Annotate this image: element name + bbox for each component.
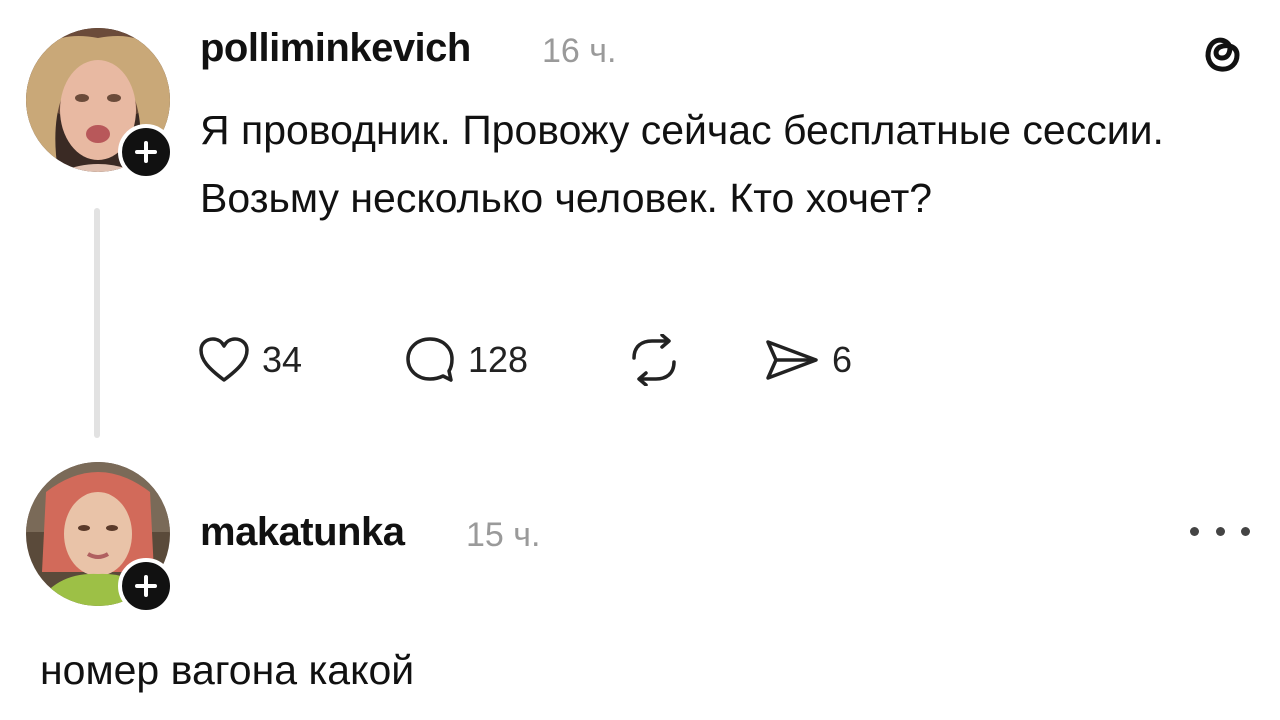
reply-author-username[interactable]: makatunka [200, 512, 405, 552]
like-count: 34 [262, 339, 303, 380]
more-dot [1241, 526, 1250, 536]
thread-connector-line [94, 208, 100, 438]
heart-icon [199, 337, 249, 382]
more-dot [1215, 526, 1225, 536]
post-timestamp: 16 ч. [542, 32, 617, 70]
share-button[interactable]: 6 [764, 334, 852, 386]
reply-button[interactable]: 128 [404, 334, 528, 386]
author-username[interactable]: polliminkevich [200, 28, 471, 68]
comment-icon [406, 337, 454, 382]
more-options-button[interactable] [1190, 516, 1250, 546]
reply-count: 128 [468, 339, 529, 380]
reply-timestamp: 15 ч. [466, 516, 541, 554]
repost-button[interactable] [626, 334, 682, 386]
repost-icon [632, 334, 676, 386]
reply-follow-button[interactable] [118, 558, 174, 614]
follow-button[interactable] [118, 124, 174, 180]
like-button[interactable]: 34 [198, 334, 302, 386]
send-icon [766, 340, 818, 380]
reply-text: номер вагона какой [40, 647, 415, 693]
more-horizontal-icon [1190, 526, 1199, 536]
share-count: 6 [832, 339, 853, 380]
post-text: Я проводник. Провожу сейчас бесплатные с… [200, 107, 1164, 221]
threads-logo-icon[interactable] [1193, 24, 1249, 80]
